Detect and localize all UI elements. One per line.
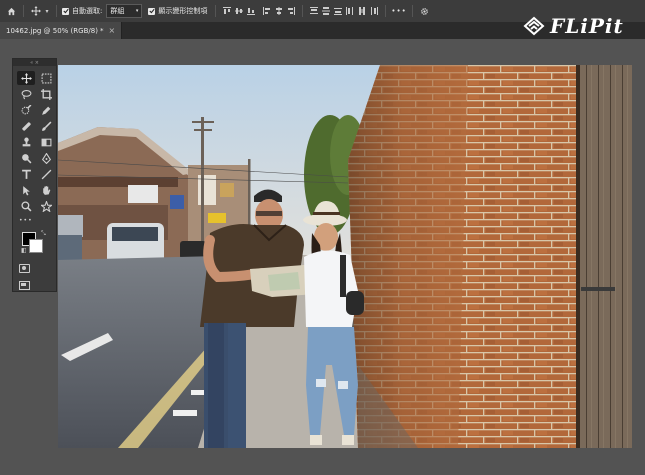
chevron-down-icon: ▾ [135,8,139,14]
star-icon [40,200,52,212]
clone-stamp-tool-button[interactable] [17,135,35,149]
separator [23,5,24,17]
gradient-icon [41,138,51,146]
zoom-icon [20,200,31,211]
dodge-tool-button[interactable] [17,151,35,165]
pen-tool-button[interactable] [37,151,55,165]
distribute-center-icon[interactable] [320,5,332,17]
marquee-icon [41,73,51,83]
quick-select-icon [21,104,31,114]
align-left-icon[interactable] [261,5,273,17]
separator [411,5,413,17]
custom-shape-tool-button[interactable] [37,199,55,213]
eyedropper-icon [41,106,50,115]
flipit-logo-mark [523,16,545,36]
crop-icon [40,88,52,100]
separator [302,5,304,17]
home-icon[interactable] [4,4,18,18]
type-tool-button[interactable] [17,167,35,181]
path-selection-icon [22,185,30,195]
gear-icon[interactable] [418,4,432,18]
transform-controls-label: 顯示變形控制項 [158,7,208,15]
flipit-logo: FLiPit [522,14,624,38]
hand-icon [42,185,50,195]
lasso-tool-button[interactable] [17,87,35,101]
type-icon [21,169,31,179]
separator [215,5,217,17]
align-vertical-center-icon[interactable] [233,5,245,17]
photo-artwork [58,65,632,448]
crop-tool-button[interactable] [37,87,55,101]
swap-colors-icon[interactable]: ⤡ [41,230,46,238]
marquee-tool-button[interactable] [37,71,55,85]
auto-select-dropdown[interactable]: 群組 ▾ [106,4,143,18]
align-horizontal-center-icon[interactable] [273,5,285,17]
line-icon [41,169,51,179]
separator [385,5,387,17]
quick-mask-icon [22,266,26,270]
eyedropper-tool-button[interactable] [37,103,55,117]
move-icon [20,72,32,84]
distribute-left-icon[interactable] [344,5,356,17]
document-tab[interactable]: 10462.jpg @ 50% (RGB/8) * × [0,22,123,39]
brush-tool-button[interactable] [37,119,55,133]
eraser-tool-button[interactable] [37,135,55,149]
distribute-right-icon[interactable] [368,5,380,17]
close-icon[interactable]: × [108,26,115,35]
document-canvas[interactable] [58,65,632,448]
tools-panel: « × ••• ⤡ ◧ [12,58,57,292]
auto-select-value: 群組 [110,7,125,15]
quick-mask-button[interactable] [19,264,30,273]
healing-brush-tool-button[interactable] [17,119,35,133]
align-bottom-icon[interactable] [245,5,257,17]
distribute-top-icon[interactable] [308,5,320,17]
move-tool-icon[interactable] [29,4,43,18]
transform-controls-checkbox[interactable] [148,7,156,15]
dodge-icon [21,153,31,163]
hand-tool-button[interactable] [37,183,55,197]
distribute-bottom-icon[interactable] [332,5,344,17]
modified-indicator: * [99,26,104,35]
logo-text: FLiPit [550,14,624,38]
path-selection-tool-button[interactable] [17,183,35,197]
healing-brush-icon [21,121,31,131]
more-options-button[interactable]: ••• [391,7,406,15]
color-swatches: ⤡ ◧ [13,230,56,256]
zoom-tool-button[interactable] [17,199,35,213]
document-tab-title: 10462.jpg @ 50% (RGB/8) [6,26,98,35]
align-top-icon[interactable] [221,5,233,17]
screen-mode-button[interactable] [19,281,30,290]
collapse-icon[interactable]: « × [30,60,39,66]
quick-select-tool-button[interactable] [17,103,35,117]
tools-panel-header[interactable]: « × [13,59,56,66]
pen-icon [41,152,51,164]
background-color-swatch[interactable] [29,239,43,253]
distribute-horizontal-icon[interactable] [356,5,368,17]
separator [56,5,57,17]
edit-toolbar-button[interactable]: ••• [13,217,56,224]
move-tool-button[interactable] [17,71,35,85]
auto-select-checkbox[interactable] [62,7,69,15]
align-right-icon[interactable] [285,5,297,17]
stamp-icon [22,137,30,146]
auto-select-label: 自動選取: [72,7,103,15]
screen-mode-icon [21,283,26,286]
lasso-icon [21,89,31,99]
line-tool-button[interactable] [37,167,55,181]
brush-icon [41,121,51,131]
chevron-down-icon[interactable]: ▾ [43,4,51,18]
default-colors-icon[interactable]: ◧ [21,247,27,254]
